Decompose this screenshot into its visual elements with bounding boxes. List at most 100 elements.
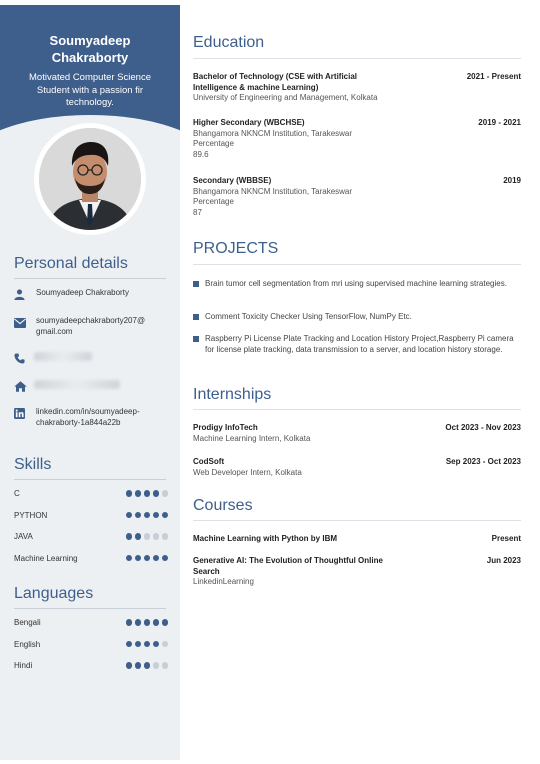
personal-email-line1: soumyadeepchakraborty207@ — [36, 316, 146, 325]
rating-dot — [134, 640, 141, 648]
language-row: English — [14, 640, 168, 649]
projects-divider — [193, 264, 521, 265]
courses-divider — [193, 520, 521, 521]
personal-email[interactable]: soumyadeepchakraborty207@ gmail.com — [36, 316, 145, 337]
rating-dot — [143, 511, 150, 519]
rating-dot — [125, 640, 132, 648]
education-heading: Education — [193, 34, 265, 51]
skills-heading: Skills — [14, 456, 52, 473]
internship-entry: CodSoft Sep 2023 - Oct 2023 Web Develope… — [193, 457, 521, 478]
rating-dot — [125, 511, 132, 519]
skill-row: PYTHON — [14, 511, 168, 520]
project-text: Comment Toxicity Checker Using TensorFlo… — [205, 312, 412, 321]
home-icon — [14, 380, 36, 393]
rating-dots — [125, 662, 168, 669]
rating-dot — [161, 490, 168, 497]
education-score-label: Percentage — [193, 139, 234, 148]
rating-dot — [152, 619, 159, 626]
courses-heading: Courses — [193, 497, 253, 514]
education-score: 89.6 — [193, 149, 209, 159]
sidebar: Soumyadeep Chakraborty Motivated Compute… — [0, 5, 180, 760]
rating-dot — [134, 533, 141, 540]
profile-name-line2: Chakraborty — [51, 50, 129, 65]
email-icon — [14, 316, 36, 329]
internship-date: Sep 2023 - Oct 2023 — [445, 457, 521, 466]
rating-dots — [125, 554, 168, 562]
rating-dot — [161, 640, 168, 648]
skill-label: C — [14, 489, 20, 498]
rating-dot — [134, 554, 141, 562]
education-entry: Secondary (WBBSE) 2019 Bhangamora NKNCM … — [193, 176, 521, 218]
rating-dot — [125, 619, 132, 626]
personal-address-row — [14, 380, 169, 393]
rating-dots — [125, 511, 168, 519]
language-label: English — [14, 639, 41, 649]
rating-dot — [134, 619, 141, 626]
personal-linkedin-line2: chakraborty-1a844a22b — [36, 417, 121, 427]
rating-dot — [125, 533, 132, 540]
language-row: Bengali — [14, 618, 168, 627]
rating-dot — [161, 662, 168, 669]
education-divider — [193, 58, 521, 59]
rating-dot — [143, 533, 150, 540]
rating-dot — [134, 490, 141, 497]
internship-company: CodSoft — [193, 457, 225, 466]
profile-name-line1: Soumyadeep — [49, 33, 131, 48]
education-title: Secondary (WBBSE) — [193, 176, 272, 185]
rating-dot — [152, 554, 159, 562]
course-date: Jun 2023 — [486, 556, 521, 565]
personal-details-heading: Personal details — [14, 255, 128, 272]
project-item: Comment Toxicity Checker Using TensorFlo… — [193, 312, 521, 323]
personal-details-divider — [14, 278, 166, 279]
project-item: Brain tumor cell segmentation from mri u… — [193, 279, 521, 290]
square-bullet-icon — [193, 336, 199, 342]
education-title: Higher Secondary (WBCHSE) — [193, 118, 305, 127]
personal-email-row: soumyadeepchakraborty207@ gmail.com — [14, 316, 169, 337]
redacted-phone — [34, 352, 92, 361]
skill-label: PYTHON — [14, 510, 48, 520]
skill-row: C — [14, 489, 168, 498]
rating-dot — [143, 640, 150, 648]
rating-dot — [152, 640, 159, 648]
rating-dot — [161, 533, 168, 540]
course-entry: Machine Learning with Python by IBM Pres… — [193, 534, 521, 545]
person-icon — [14, 288, 36, 301]
skill-label: JAVA — [14, 532, 33, 541]
internships-heading: Internships — [193, 386, 272, 403]
education-institution: Bhangamora NKNCM Institution, Tarakeswar — [193, 186, 353, 196]
internship-role: Machine Learning Intern, Kolkata — [193, 433, 311, 443]
project-text: Brain tumor cell segmentation from mri u… — [205, 279, 507, 288]
projects-heading: PROJECTS — [193, 240, 279, 257]
course-title: Machine Learning with Python by IBM — [193, 534, 338, 543]
language-row: Hindi — [14, 661, 168, 670]
rating-dot — [143, 490, 150, 497]
education-institution: University of Engineering and Management… — [193, 93, 378, 102]
square-bullet-icon — [193, 314, 199, 320]
profile-name: Soumyadeep Chakraborty — [0, 32, 180, 66]
personal-linkedin[interactable]: linkedin.com/in/soumyadeep- chakraborty-… — [36, 407, 140, 428]
personal-name: Soumyadeep Chakraborty — [36, 288, 129, 297]
rating-dot — [143, 554, 150, 562]
education-entry: Bachelor of Technology (CSE with Artific… — [193, 72, 521, 104]
skill-label: Machine Learning — [14, 553, 78, 563]
personal-name-row: Soumyadeep Chakraborty — [14, 288, 169, 301]
rating-dots — [125, 490, 168, 497]
phone-icon — [14, 352, 36, 365]
education-entry: Higher Secondary (WBCHSE) 2019 - 2021 Bh… — [193, 118, 521, 160]
personal-linkedin-row: linkedin.com/in/soumyadeep- chakraborty-… — [14, 407, 169, 428]
rating-dot — [152, 490, 159, 497]
project-text: Raspberry Pi License Plate Tracking and … — [205, 334, 514, 354]
education-date: 2021 - Present — [466, 72, 521, 81]
rating-dots — [125, 640, 168, 648]
education-score-label: Percentage — [193, 197, 234, 206]
redacted-address — [34, 380, 120, 389]
education-institution: Bhangamora NKNCM Institution, Tarakeswar — [193, 128, 353, 138]
course-title: Generative AI: The Evolution of Thoughtf… — [193, 556, 383, 576]
project-item: Raspberry Pi License Plate Tracking and … — [193, 334, 521, 355]
course-date: Present — [491, 534, 521, 543]
language-label: Hindi — [14, 661, 33, 670]
rating-dots — [125, 619, 168, 626]
education-date: 2019 — [503, 176, 521, 185]
rating-dot — [125, 554, 132, 562]
profile-photo-image — [39, 128, 141, 230]
